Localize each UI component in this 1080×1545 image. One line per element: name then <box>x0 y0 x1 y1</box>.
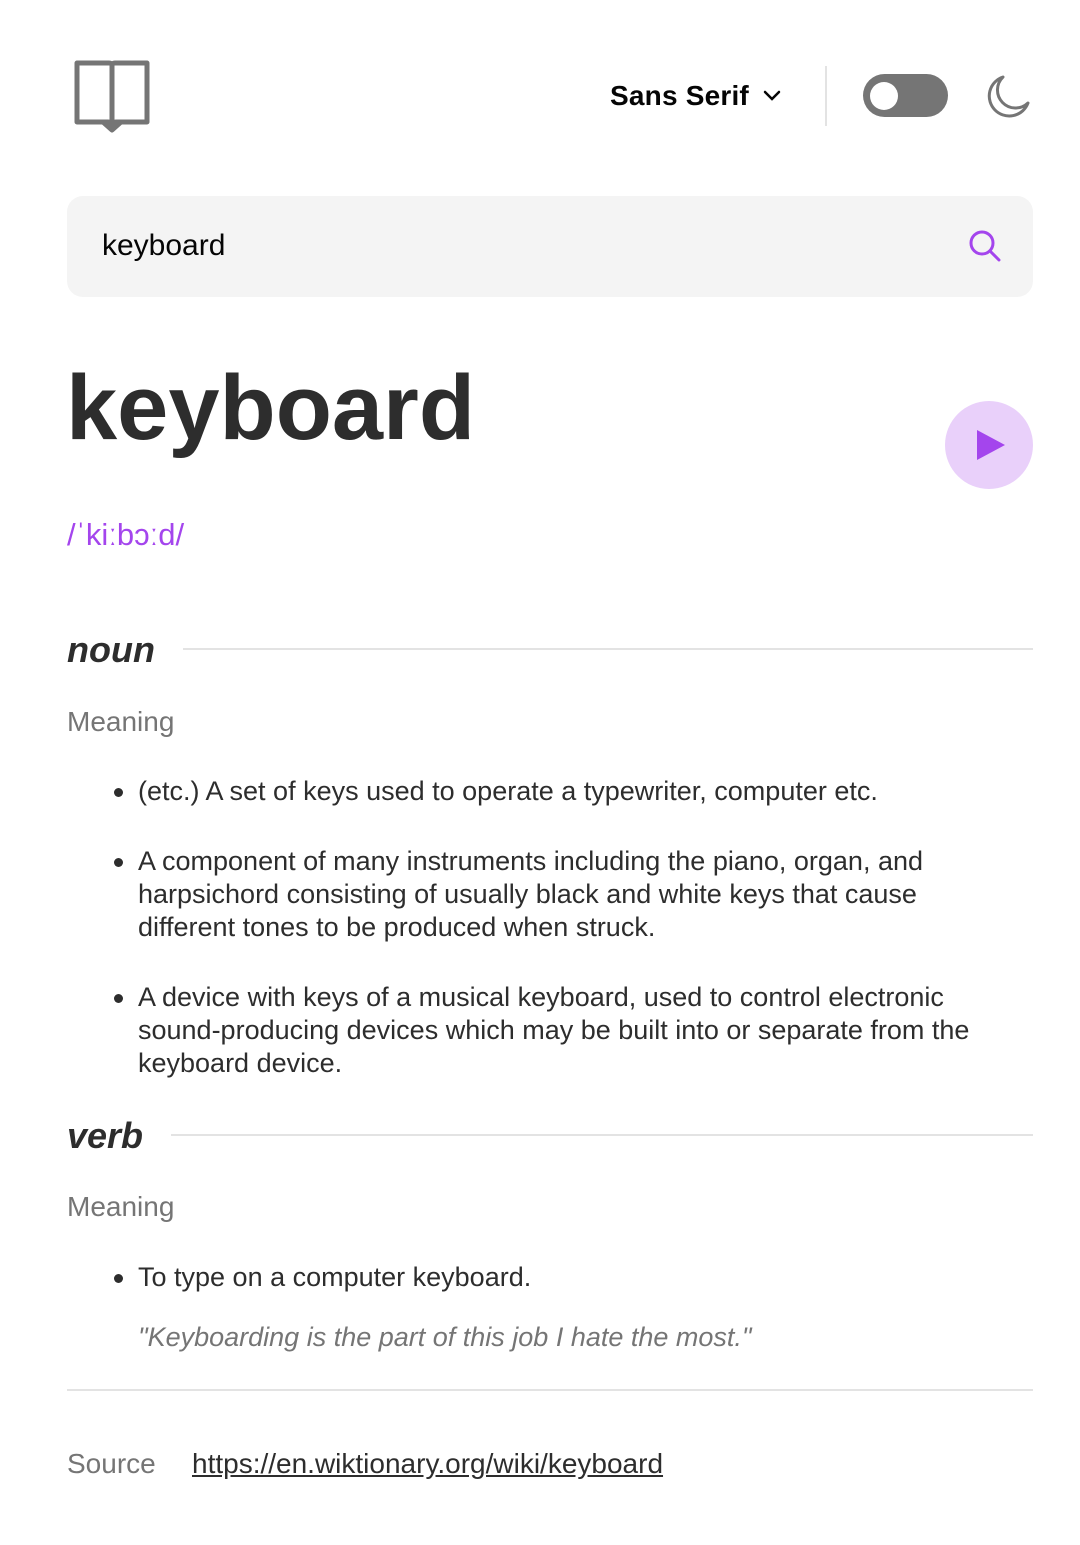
list-bullet <box>114 1274 123 1283</box>
part-of-speech-noun: noun <box>67 629 155 670</box>
definition-item: To type on a computer keyboard. <box>138 1262 532 1292</box>
toggle-knob <box>870 82 898 110</box>
meaning-label: Meaning <box>67 1191 175 1222</box>
source-link[interactable]: https://en.wiktionary.org/wiki/keyboard <box>192 1448 663 1480</box>
header-divider <box>825 66 827 126</box>
font-family-dropdown[interactable]: Sans Serif <box>610 78 781 114</box>
book-icon[interactable] <box>73 60 151 134</box>
definition-item: A device with keys of a musical keyboard… <box>138 982 970 1078</box>
entry-word: keyboard <box>66 357 476 459</box>
search-icon[interactable] <box>968 229 1002 263</box>
list-bullet <box>114 858 123 867</box>
part-of-speech-verb: verb <box>67 1115 144 1156</box>
play-audio-button[interactable] <box>945 401 1033 489</box>
app-header: Sans Serif <box>0 0 1080 190</box>
footer-divider <box>67 1389 1033 1391</box>
search-bar <box>67 196 1033 297</box>
search-input[interactable] <box>102 221 942 271</box>
usage-example: "Keyboarding is the part of this job I h… <box>138 1322 752 1352</box>
definition-item: A component of many instruments includin… <box>138 846 923 942</box>
play-icon <box>977 430 1005 460</box>
moon-icon[interactable] <box>986 73 1032 119</box>
meaning-label: Meaning <box>67 706 175 737</box>
list-bullet <box>114 994 123 1003</box>
source-label: Source <box>67 1448 156 1479</box>
chevron-down-icon <box>763 90 781 101</box>
verb-divider <box>171 1134 1033 1136</box>
phonetic: /ˈkiːbɔːd/ <box>67 517 185 552</box>
theme-toggle[interactable] <box>863 74 948 117</box>
font-family-label: Sans Serif <box>610 80 749 111</box>
noun-divider <box>183 648 1033 650</box>
list-bullet <box>114 788 123 797</box>
definition-item: (etc.) A set of keys used to operate a t… <box>138 776 878 806</box>
